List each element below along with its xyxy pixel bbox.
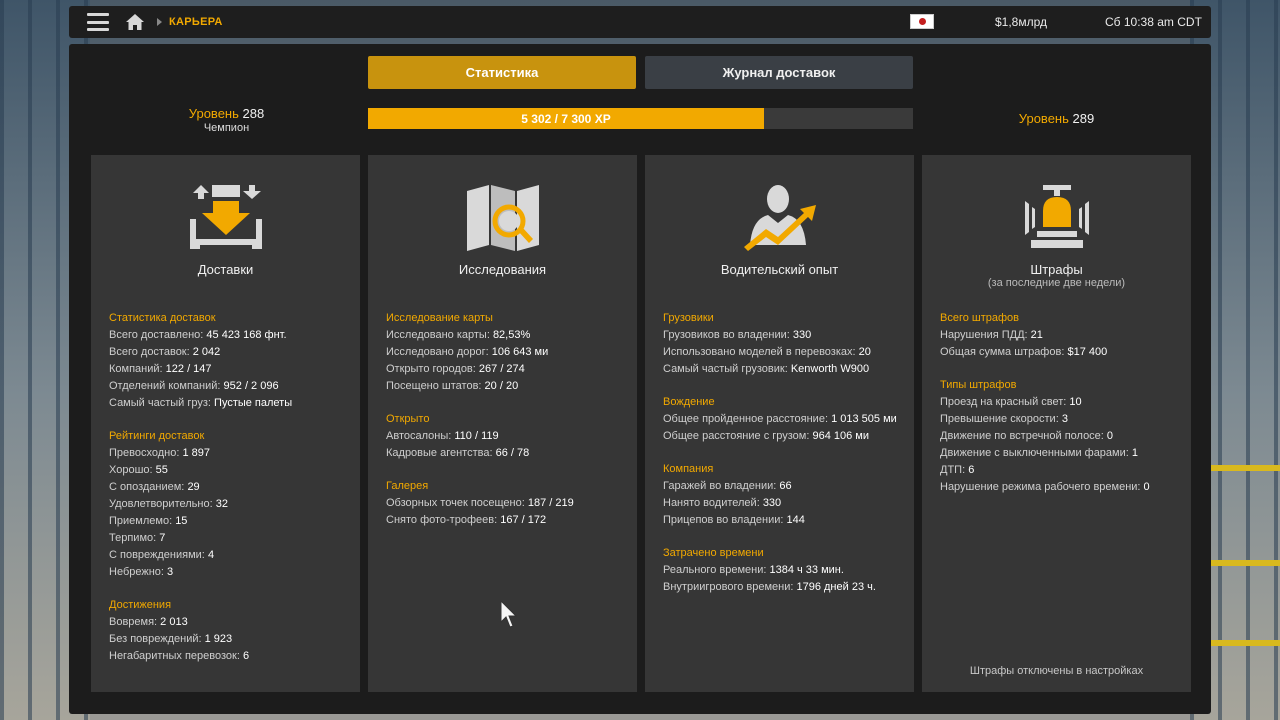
stat-row: Удовлетворительно: 32: [109, 498, 228, 510]
stat-row: Исследовано карты: 82,53%: [386, 329, 531, 341]
section-header: Достижения: [109, 599, 172, 611]
section-header: Затрачено времени: [663, 547, 764, 559]
stat-row: Движение с выключенными фарами: 1: [940, 447, 1138, 459]
stat-row: Движение по встречной полосе: 0: [940, 430, 1114, 442]
breadcrumb-arrow-icon: [157, 18, 162, 26]
stat-row: Приемлемо: 15: [109, 515, 188, 527]
level-word: Уровень: [188, 106, 239, 121]
stat-row: Без повреждений: 1 923: [109, 633, 233, 645]
breadcrumb[interactable]: КАРЬЕРА: [169, 16, 223, 28]
top-bar: КАРЬЕРА $1,8млрд Сб 10:38 am CDT: [69, 6, 1211, 38]
card-title: Исследования: [458, 262, 547, 277]
stat-row: Негабаритных перевозок: 6: [109, 650, 250, 662]
stat-row: Снято фото-трофеев: 167 / 172: [386, 514, 547, 526]
stat-row: Отделений компаний: 952 / 2 096: [109, 380, 279, 392]
stat-row: Компаний: 122 / 147: [109, 363, 212, 375]
stat-row: Кадровые агентства: 66 / 78: [386, 447, 530, 459]
floor-marking: [1210, 640, 1280, 646]
game-clock: Сб 10:38 am CDT: [1105, 15, 1202, 29]
section-header: Рейтинги доставок: [109, 430, 205, 442]
money-balance: $1,8млрд: [995, 15, 1048, 29]
floor-marking: [1210, 560, 1280, 566]
mouse-cursor-icon: [500, 600, 518, 628]
stat-row: Открыто городов: 267 / 274: [386, 363, 525, 375]
section-header: Грузовики: [663, 312, 714, 324]
stat-row: Самый частый груз: Пустые палеты: [109, 397, 293, 409]
stat-row: Реального времени: 1384 ч 33 мин.: [663, 564, 844, 576]
section-header: Всего штрафов: [940, 312, 1020, 324]
card-title: Доставки: [197, 262, 254, 277]
stat-row: Автосалоны: 110 / 119: [386, 430, 499, 442]
level-rank: Чемпион: [203, 122, 250, 134]
level-word: Уровень: [1018, 111, 1069, 126]
level-next: 289: [1072, 111, 1095, 126]
career-panel: Статистика Журнал доставок Уровень 288 Ч…: [69, 44, 1211, 714]
floor-marking: [1210, 465, 1280, 471]
xp-progress-text: 5 302 / 7 300 XP: [521, 111, 611, 126]
police-siren-icon: [1024, 185, 1089, 248]
stat-row: С опозданием: 29: [109, 481, 200, 493]
stat-row: Превышение скорости: 3: [940, 413, 1068, 425]
tab-delivery-log[interactable]: Журнал доставок: [645, 56, 913, 89]
stat-row: Нарушение режима рабочего времени: 0: [940, 481, 1150, 493]
stat-row: Хорошо: 55: [109, 464, 168, 476]
section-header: Типы штрафов: [940, 379, 1017, 391]
section-header: Открыто: [386, 413, 430, 425]
card-title: Штрафы: [1030, 262, 1083, 277]
stat-row: Общая сумма штрафов: $17 400: [940, 346, 1108, 358]
stat-row: Проезд на красный свет: 10: [940, 396, 1082, 408]
next-level: Уровень 289: [1009, 111, 1104, 126]
stat-row: Терпимо: 7: [109, 532, 166, 544]
stat-row: Прицепов во владении: 144: [663, 514, 805, 526]
stat-row: Общее расстояние с грузом: 964 106 ми: [663, 430, 870, 442]
delivery-icon: [189, 185, 262, 249]
stat-row: Нарушения ПДД: 21: [940, 329, 1043, 341]
section-header: Вождение: [663, 396, 715, 408]
stat-row: Самый частый грузовик: Kenworth W900: [663, 363, 870, 375]
card-driver-experience: Водительский опыт Грузовики Грузовиков в…: [645, 155, 914, 692]
stat-row: Нанято водителей: 330: [663, 497, 782, 509]
map-search-icon: [466, 185, 539, 251]
stat-row: ДТП: 6: [940, 464, 975, 476]
home-icon[interactable]: [125, 12, 145, 32]
stat-row: Гаражей во владении: 66: [663, 480, 792, 492]
card-subtitle: (за последние две недели): [987, 277, 1126, 289]
stat-row: Использовано моделей в перевозках: 20: [663, 346, 871, 358]
state-flag-icon: [910, 14, 934, 29]
stat-row: Исследовано дорог: 106 643 ми: [386, 346, 549, 358]
stat-row: Превосходно: 1 897: [109, 447, 210, 459]
stat-row: Всего доставок: 2 042: [109, 346, 221, 358]
hamburger-menu-icon[interactable]: [87, 13, 109, 31]
stat-row: Посещено штатов: 20 / 20: [386, 380, 519, 392]
stat-row: Вовремя: 2 013: [109, 616, 188, 628]
section-header: Исследование карты: [386, 312, 493, 324]
section-header: Компания: [663, 463, 714, 475]
xp-progress-bar: 5 302 / 7 300 XP: [368, 108, 913, 129]
stat-row: Небрежно: 3: [109, 566, 174, 578]
card-title: Водительский опыт: [720, 262, 839, 277]
driver-growth-icon: [743, 185, 816, 251]
level-current: 288: [242, 106, 265, 121]
stat-row: Грузовиков во владении: 330: [663, 329, 812, 341]
current-level: Уровень 288 Чемпион: [169, 106, 284, 134]
stat-row: Всего доставлено: 45 423 168 фнт.: [109, 329, 287, 341]
tab-statistics[interactable]: Статистика: [368, 56, 636, 89]
section-header: Галерея: [386, 480, 429, 492]
stat-row: Обзорных точек посещено: 187 / 219: [386, 497, 574, 509]
stat-row: Общее пройденное расстояние: 1 013 505 м…: [663, 413, 897, 425]
stat-row: Внутриигрового времени: 1796 дней 23 ч.: [663, 581, 876, 593]
fines-disabled-note: Штрафы отключены в настройках: [969, 665, 1144, 677]
card-deliveries: Доставки Статистика доставок Всего доста…: [91, 155, 360, 692]
stat-row: С повреждениями: 4: [109, 549, 215, 561]
section-header: Статистика доставок: [109, 312, 216, 324]
card-fines: Штрафы (за последние две недели) Всего ш…: [922, 155, 1191, 692]
